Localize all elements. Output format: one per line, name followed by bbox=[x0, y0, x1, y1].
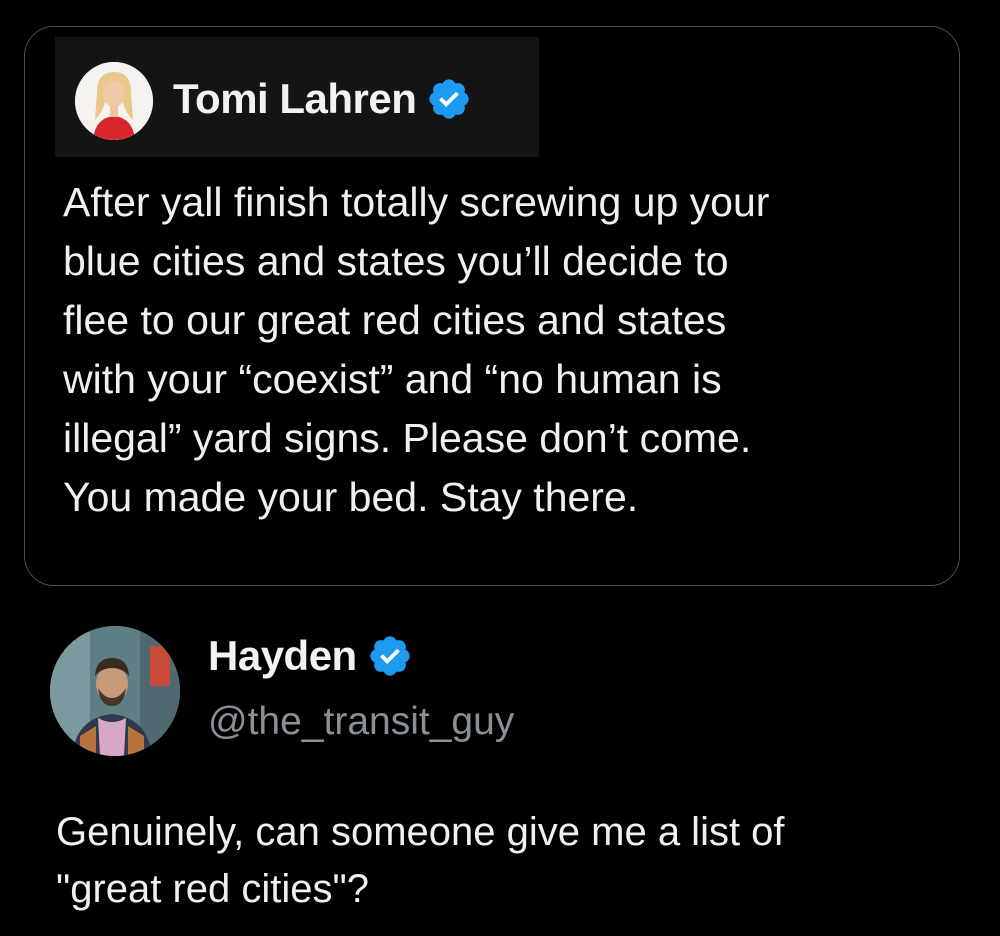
quoted-tweet-header: Tomi Lahren bbox=[55, 37, 539, 157]
avatar-image bbox=[50, 626, 180, 756]
quoted-author-name[interactable]: Tomi Lahren bbox=[173, 75, 417, 123]
reply-tweet-text: Genuinely, can someone give me a list of… bbox=[56, 810, 785, 911]
verified-badge-icon bbox=[367, 633, 413, 679]
reply-author-row: Hayden bbox=[208, 632, 413, 680]
verified-badge-icon bbox=[426, 76, 472, 122]
quoted-tweet-text: After yall finish totally screwing up yo… bbox=[63, 179, 770, 520]
reply-author-handle[interactable]: @the_transit_guy bbox=[208, 700, 514, 744]
avatar-image bbox=[75, 62, 153, 140]
avatar[interactable] bbox=[50, 626, 180, 756]
reply-author-name[interactable]: Hayden bbox=[208, 632, 357, 680]
quoted-author-row: Tomi Lahren bbox=[173, 75, 472, 123]
avatar[interactable] bbox=[75, 62, 153, 140]
quoted-tweet-card[interactable]: Tomi Lahren After yall finish totally sc… bbox=[24, 26, 960, 586]
